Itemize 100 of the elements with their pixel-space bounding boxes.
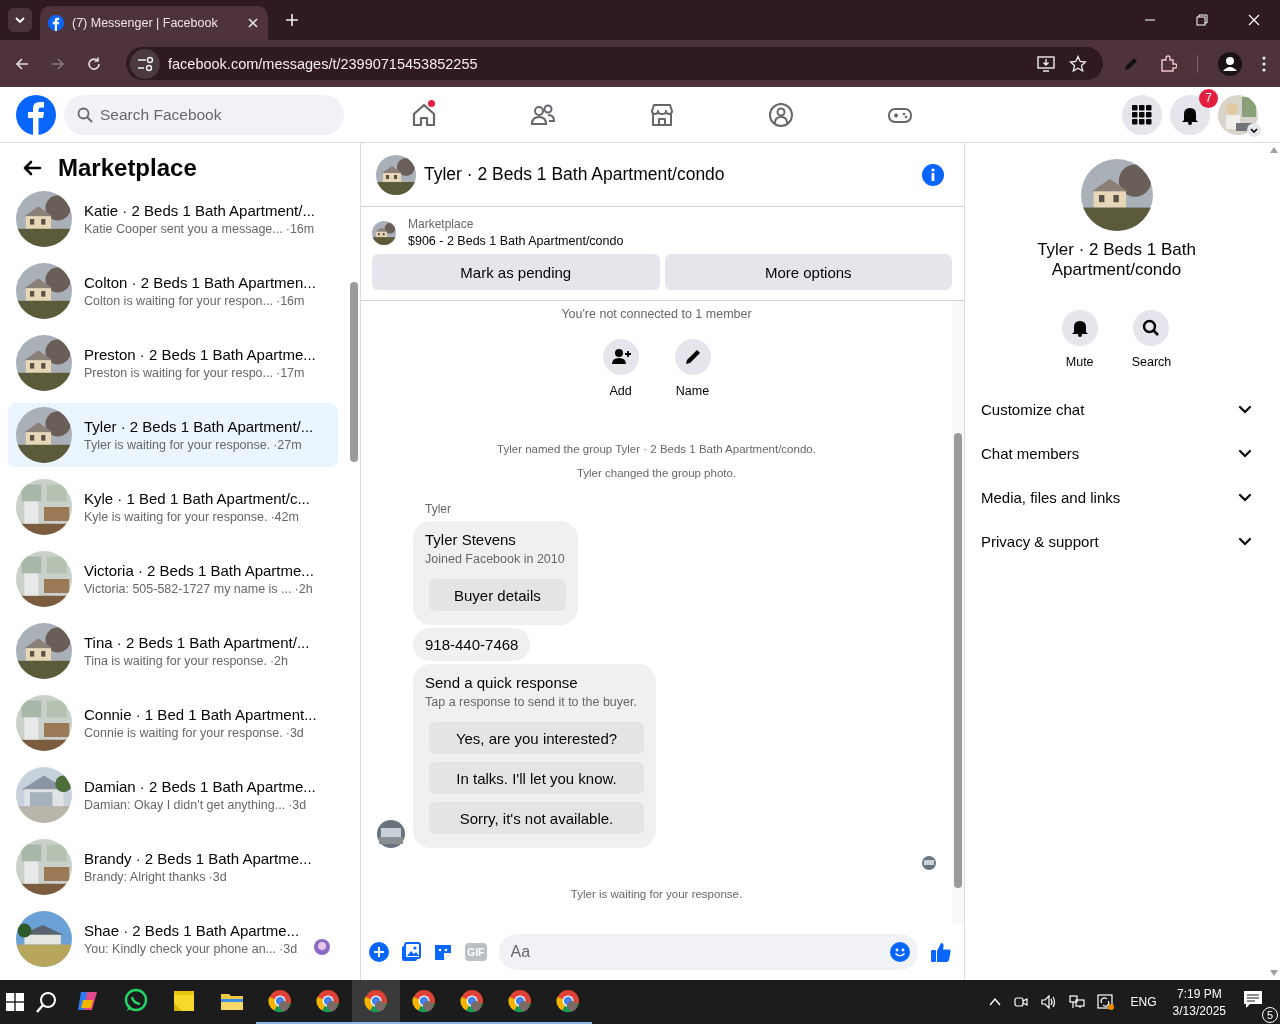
star-icon[interactable] <box>1069 54 1087 73</box>
group-event-text: Tyler changed the group photo. <box>576 467 737 479</box>
chevron-icon[interactable] <box>1247 122 1261 137</box>
search-icon[interactable] <box>36 991 58 1013</box>
details-section[interactable]: Customize chat <box>981 387 1252 431</box>
message-time: ·3d <box>279 942 298 956</box>
conversation-title: Tina · 2 Beds 1 Bath Apartment/... <box>84 634 310 651</box>
conversation-title: Shae · 2 Beds 1 Bath Apartme... <box>84 922 300 939</box>
conversation-title: Brandy · 2 Beds 1 Bath Apartme... <box>84 850 312 867</box>
tab-list-button[interactable] <box>8 8 32 32</box>
quick-response-hint: Tap a response to send it to the buyer. <box>425 695 637 709</box>
conversation-item[interactable]: Victoria · 2 Beds 1 Bath Apartme... Victoria: 505-582-1727 my name is ... ·2h <box>8 547 338 611</box>
message-preview: Katie Cooper sent you a message... <box>84 222 283 236</box>
conversation-title: Colton · 2 Beds 1 Bath Apartmen... <box>84 274 316 291</box>
scroll-down-icon[interactable] <box>1270 970 1278 976</box>
quick-response-title: Send a quick response <box>425 674 578 691</box>
listing-title: $906 - 2 Beds 1 Bath Apartment/condo <box>408 234 624 248</box>
details-section[interactable]: Chat members <box>981 431 1252 475</box>
chevron-icon <box>14 14 26 26</box>
menu-icon[interactable] <box>1262 55 1266 72</box>
chevron-icon[interactable] <box>988 996 1001 1008</box>
message-preview: Colton is waiting for your respon... <box>84 294 273 308</box>
restore-icon[interactable] <box>1196 14 1208 26</box>
group-event-text: Tyler named the group Tyler · 2 Beds 1 Bath Apartment/condo. <box>497 443 816 455</box>
search-button[interactable]: Search <box>1131 310 1172 369</box>
scrollbar[interactable] <box>952 301 964 924</box>
logo-icon <box>16 94 56 135</box>
quick-reply-button[interactable]: Yes, are you interested? <box>429 722 644 754</box>
conversation-title: Preston · 2 Beds 1 Bath Apartme... <box>84 346 316 363</box>
conversation-item[interactable]: Kyle · 1 Bed 1 Bath Apartment/c... Kyle is waiting for your response. ·42m <box>8 475 338 539</box>
message-time: ·2h <box>269 654 289 668</box>
scroll-up-icon[interactable] <box>1270 147 1278 153</box>
notifications-button[interactable] <box>1170 94 1210 135</box>
menu-button[interactable] <box>1122 94 1162 135</box>
clock[interactable]: 7:19 PM 3/13/2025 <box>1172 986 1226 1018</box>
start-icon[interactable] <box>6 993 24 1011</box>
shop-icon <box>648 101 675 128</box>
thumbs-up-icon[interactable] <box>930 941 952 963</box>
back-icon[interactable] <box>14 55 30 72</box>
name-group-button[interactable]: Name <box>674 339 711 398</box>
sender-name: Tyler <box>425 502 451 516</box>
connection-notice: You're not connected to 1 member <box>561 307 752 321</box>
image-icon[interactable] <box>401 942 421 962</box>
speaker-icon[interactable] <box>1040 994 1057 1010</box>
forward-icon[interactable] <box>50 55 66 72</box>
quick-reply-button[interactable]: In talks. I'll let you know. <box>429 762 644 794</box>
details-section[interactable]: Media, files and links <box>981 475 1252 519</box>
profile-icon[interactable] <box>1218 51 1242 76</box>
message-preview: Preston is waiting for your respo... <box>84 366 273 380</box>
details-section[interactable]: Privacy & support <box>981 519 1252 563</box>
listing-button[interactable]: More options <box>664 254 952 290</box>
conversation-item[interactable]: Brandy · 2 Beds 1 Bath Apartme... Brandy: Alright thanks ·3d <box>8 835 338 899</box>
notification-center-icon[interactable] <box>1242 989 1264 1011</box>
message-preview: You: Kindly check your phone an... <box>84 942 277 956</box>
chrome-app-button[interactable] <box>352 980 400 1024</box>
quick-reply-button[interactable]: Sorry, it's not available. <box>429 802 644 834</box>
conversation-item[interactable]: Tyler · 2 Beds 1 Bath Apartment/... Tyler is waiting for your response. ·27m <box>8 403 338 467</box>
emoji-icon[interactable] <box>890 942 910 962</box>
conversation-item[interactable]: Damian · 2 Beds 1 Bath Apartme... Damian: Okay I didn't get anything... ·3d <box>8 763 338 827</box>
search-icon <box>77 106 93 123</box>
conversation-item[interactable]: Colton · 2 Beds 1 Bath Apartmen... Colton is waiting for your respon... ·16m <box>8 259 338 323</box>
bell-icon <box>1061 310 1098 346</box>
pencil-icon <box>674 339 711 375</box>
back-icon[interactable] <box>22 158 42 178</box>
message-field[interactable]: Aa <box>498 934 918 970</box>
search-field[interactable]: Search Facebook <box>64 94 344 135</box>
message-time: ·17m <box>276 366 305 380</box>
message-time: ·2h <box>294 582 313 596</box>
message-time: ·16m <box>285 222 315 236</box>
conversation-item[interactable]: Shae · 2 Beds 1 Bath Apartme... You: Kindly check your phone an... ·3d <box>8 907 338 971</box>
puzzle-icon[interactable] <box>1159 54 1177 73</box>
mute-button[interactable]: Mute <box>1061 310 1098 369</box>
site-settings-icon[interactable] <box>130 48 160 79</box>
message-time: ·3d <box>208 870 227 884</box>
install-icon[interactable] <box>1037 54 1055 73</box>
conversation-title: Kyle · 1 Bed 1 Bath Apartment/c... <box>84 490 310 507</box>
buyer-details-button[interactable]: Buyer details <box>429 579 566 611</box>
conversation-item[interactable]: Tina · 2 Beds 1 Bath Apartment/... Tina is waiting for your response. ·2h <box>8 619 338 683</box>
plus-icon[interactable] <box>369 942 389 962</box>
reload-icon[interactable] <box>86 55 102 72</box>
conversation-item[interactable]: Connie · 1 Bed 1 Bath Apartment... Connie is waiting for your response. ·3d <box>8 691 338 755</box>
message-time: ·3d <box>288 798 307 812</box>
new-tab-icon[interactable] <box>286 14 298 26</box>
message-time: ·3d <box>285 726 304 740</box>
network-icon[interactable] <box>1068 994 1085 1010</box>
camera-icon[interactable] <box>1012 994 1029 1010</box>
message-preview: Tina is waiting for your response. <box>84 654 267 668</box>
address-bar[interactable]: facebook.com/messages/t/23990715453852255 <box>126 47 1103 80</box>
listing-button[interactable]: Mark as pending <box>372 254 660 290</box>
sync-icon[interactable] <box>1096 994 1115 1010</box>
add-member-button[interactable]: Add <box>602 339 639 398</box>
conversation-title: Damian · 2 Beds 1 Bath Apartme... <box>84 778 316 795</box>
info-icon[interactable] <box>922 163 944 186</box>
close-icon[interactable] <box>248 18 258 28</box>
conversation-item[interactable]: Preston · 2 Beds 1 Bath Apartme... Preston is waiting for your respo... ·17m <box>8 331 338 395</box>
conversation-item[interactable]: Katie · 2 Beds 1 Bath Apartment/... Katie Cooper sent you a message... ·16m <box>8 187 338 251</box>
language-indicator[interactable]: ENG <box>1130 995 1157 1009</box>
browser-tab[interactable]: (7) Messenger | Facebook <box>40 6 268 40</box>
message-time: ·27m <box>273 438 302 452</box>
sticker-icon[interactable] <box>433 942 453 962</box>
